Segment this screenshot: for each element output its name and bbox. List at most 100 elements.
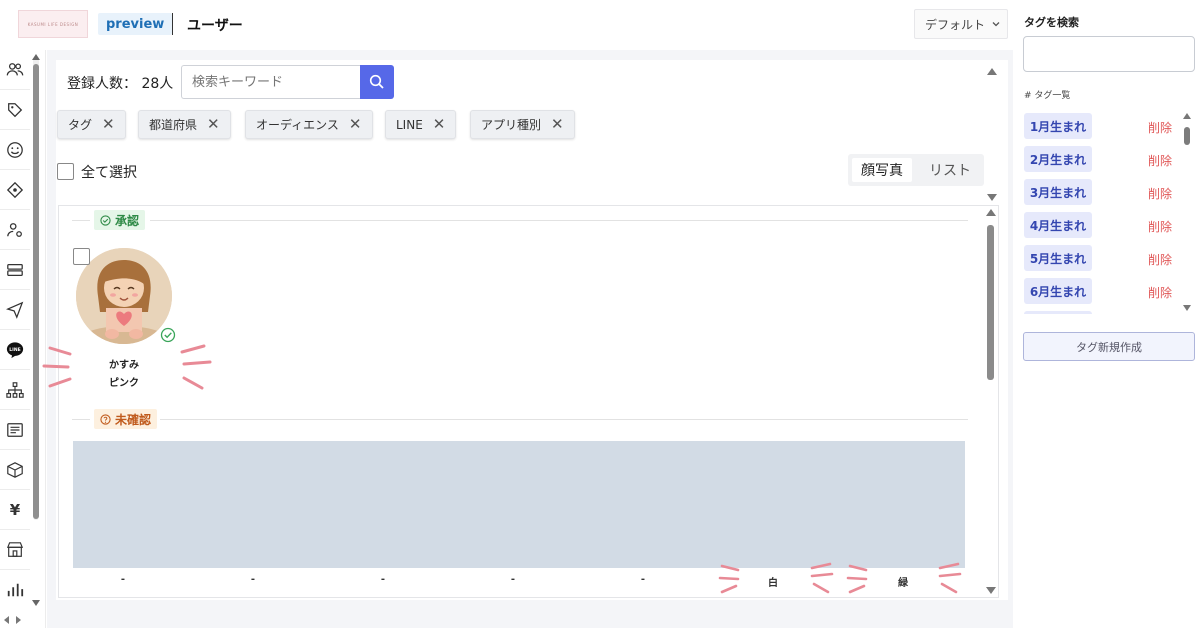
user-color-label: ピンク [109,378,139,389]
title-divider [172,13,173,35]
delete-tag-button[interactable]: 削除 [1148,185,1172,202]
select-all-checkbox[interactable] [57,163,74,180]
unconfirmed-section-badge: 未確認 [94,409,158,429]
close-icon[interactable]: ✕ [102,117,115,132]
tab-photo-view[interactable]: 顔写真 [852,158,912,182]
sidebar-item-analytics[interactable] [0,570,30,610]
user-name: かすみ [109,360,139,371]
tag-scroll-down-icon[interactable] [1183,305,1191,311]
sitemap-icon [6,381,24,398]
create-tag-button[interactable]: タグ新規作成 [1023,332,1195,361]
line-icon-text: LINE [9,346,20,352]
filter-chip-line[interactable]: LINE ✕ [385,110,457,139]
loading-placeholder [73,441,965,568]
sparkle-accent [718,564,740,594]
tag-chip[interactable]: 3月生まれ [1024,179,1092,205]
tag-chip[interactable]: 5月生まれ [1024,245,1092,271]
sparkle-accent-left [42,346,72,388]
delete-tag-button[interactable]: 削除 [1148,284,1172,301]
filter-chip-tag[interactable]: タグ ✕ [57,110,126,139]
unconfirmed-section-label: 未確認 [115,412,152,427]
close-icon[interactable]: ✕ [551,117,564,132]
card-scroll-down-icon[interactable] [986,587,996,594]
sidebar-item-products[interactable] [0,450,30,490]
sidebar-item-users[interactable] [0,50,30,90]
card-area-scrollbar-thumb[interactable] [987,225,994,380]
avatar[interactable] [76,248,172,344]
tag-chip[interactable]: 1月生まれ [1024,113,1092,139]
preview-badge: preview [98,13,173,35]
sidebar-item-templates[interactable] [0,410,30,450]
view-preset-dropdown[interactable]: デフォルト [914,9,1008,39]
user-tile-label: 緑 [898,578,908,589]
card-scroll-up-icon[interactable] [986,209,996,216]
sidebar-item-tags[interactable] [0,90,30,130]
tag-chip[interactable]: 6月生まれ [1024,278,1092,304]
sidebar-scrollbar-thumb[interactable] [33,64,39,519]
bar-chart-icon [7,583,24,597]
sidebar-item-messages[interactable] [0,290,30,330]
section-divider [72,419,90,420]
close-icon[interactable]: ✕ [207,117,220,132]
filter-chip-prefecture[interactable]: 都道府県 ✕ [138,110,231,139]
panel-scroll-up-icon[interactable] [987,68,997,75]
sidebar-item-reactions[interactable] [0,130,30,170]
brand-logo[interactable]: KASUMI LIFE DESIGN [18,10,88,38]
user-tile-label: - [380,574,386,585]
tag-search-label: タグを検索 [1024,16,1079,29]
filter-chip-label: タグ [68,118,93,132]
approved-section-label: 承認 [115,213,140,228]
sidebar: LINE ¥ [0,50,46,628]
sidebar-horizontal-scrollbar[interactable] [0,612,46,628]
tag-scroll-up-icon[interactable] [1183,113,1191,119]
tag-chip[interactable]: 4月生まれ [1024,212,1092,238]
sparkle-accent [846,564,868,594]
scroll-right-icon[interactable] [16,616,21,624]
list-item: 6月生まれ 削除 [1022,275,1182,305]
search-button[interactable] [360,65,394,99]
list-item: 3月生まれ 削除 [1022,176,1182,206]
tab-list-view[interactable]: リスト [920,158,980,182]
box-icon [7,461,23,478]
tag-list-scrollbar-thumb[interactable] [1184,127,1190,145]
registered-count: 登録人数： 28人 [67,76,174,92]
sidebar-scroll-up-icon[interactable] [32,54,40,60]
filter-chip-audience[interactable]: オーディエンス ✕ [245,110,373,139]
sidebar-item-shop[interactable] [0,530,30,570]
sidebar-scroll-down-icon[interactable] [32,600,40,606]
close-icon[interactable]: ✕ [433,117,446,132]
delete-tag-button[interactable]: 削除 [1148,251,1172,268]
filter-chip-app-type[interactable]: アプリ種別 ✕ [470,110,575,139]
verified-check-icon [160,327,176,343]
scroll-left-icon[interactable] [4,616,9,624]
close-icon[interactable]: ✕ [349,117,362,132]
filter-chip-label: 都道府県 [149,118,198,132]
sparkle-accent-right [180,344,212,390]
ticket-icon [6,181,24,198]
tag-icon [8,102,23,117]
yen-icon: ¥ [9,500,21,519]
user-tile-label: - [250,574,256,585]
section-divider [150,220,968,221]
section-divider [72,220,90,221]
sidebar-item-payments[interactable]: ¥ [0,490,30,530]
sidebar-item-flow[interactable] [0,370,30,410]
sidebar-item-segments[interactable] [0,250,30,290]
sidebar-item-coupons[interactable] [0,170,30,210]
tag-chip[interactable]: 2月生まれ [1024,146,1092,172]
delete-tag-button[interactable]: 削除 [1148,218,1172,235]
panel-scroll-down-icon[interactable] [987,194,997,201]
sidebar-item-line[interactable]: LINE [0,330,30,370]
logo-text: KASUMI LIFE DESIGN [27,21,79,27]
user-tile-label: - [510,574,516,585]
sidebar-item-user-settings[interactable] [0,210,30,250]
filter-chip-label: アプリ種別 [481,118,542,132]
tag-list-label: # タグ一覧 [1024,91,1071,101]
delete-tag-button[interactable]: 削除 [1148,152,1172,169]
tag-search-input[interactable] [1023,36,1195,72]
user-select-checkbox[interactable] [73,248,90,265]
keyword-search-input[interactable] [181,65,361,99]
tag-list: 1月生まれ 削除 2月生まれ 削除 3月生まれ 削除 4月生まれ 削除 5月生ま… [1022,108,1194,314]
delete-tag-button[interactable]: 削除 [1148,119,1172,136]
list-item: 4月生まれ 削除 [1022,209,1182,239]
